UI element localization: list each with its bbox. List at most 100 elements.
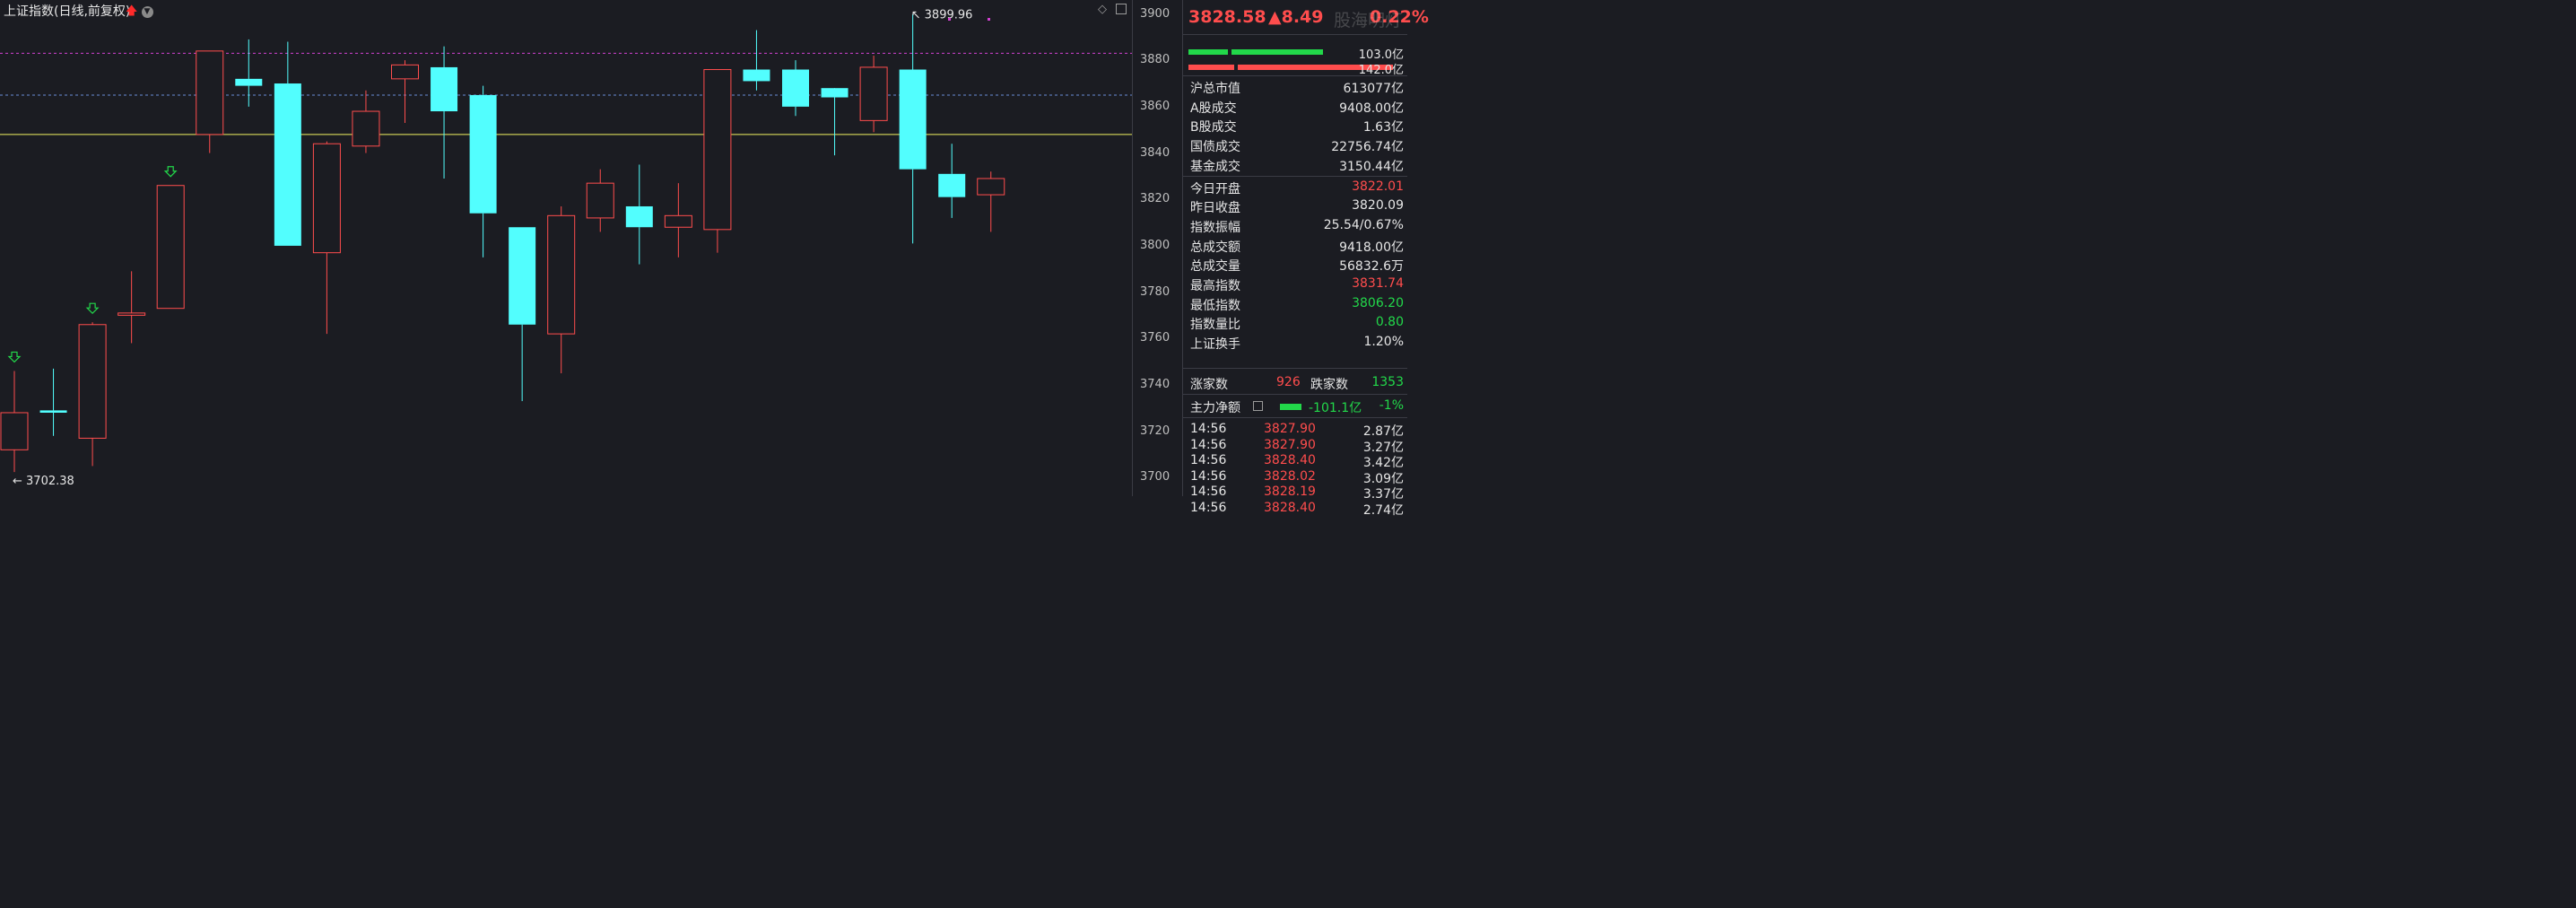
candle-body (391, 64, 419, 80)
net-flow-bar (1280, 404, 1301, 410)
candle-body (39, 410, 67, 413)
stat-value: 1.20% (1363, 335, 1404, 350)
price-tick-label: 3820 (1140, 192, 1171, 206)
quote-panel: 3828.58 ▲8.49 0.22% 股海明灯 103.0亿 142.0亿 沪总… (1182, 0, 1429, 518)
candle-body (664, 214, 692, 228)
tick-price: 3827.90 (1264, 437, 1316, 452)
candle-body (938, 173, 966, 197)
up-count-label: 涨家数 (1190, 378, 1228, 392)
up-count-value: 926 (1276, 375, 1301, 389)
tick-price: 3828.02 (1264, 468, 1316, 484)
stat-row: 沪总市值 613077亿 (1183, 79, 1404, 98)
candle-body (977, 178, 1005, 196)
down-count-value: 1353 (1371, 375, 1404, 389)
stat-label: 上证换手 (1190, 337, 1240, 353)
candle-body (431, 66, 458, 112)
tick-time: 14:56 (1190, 500, 1227, 515)
high-annotation: ↖ 3899.96 (911, 9, 973, 22)
candle-body (274, 83, 301, 246)
price-change: ▲8.49 (1268, 7, 1324, 27)
separator (1183, 75, 1407, 76)
candle-body (117, 312, 146, 316)
separator (1183, 34, 1407, 35)
candle-body (78, 324, 107, 439)
stat-label: 昨日收盘 (1190, 201, 1240, 216)
stat-value: 1.63亿 (1362, 120, 1404, 135)
separator (1183, 175, 1407, 177)
price-tick-label: 3740 (1140, 377, 1171, 391)
price-tick-label: 3760 (1140, 331, 1171, 345)
stat-value: 0.80 (1375, 315, 1404, 330)
candle-body (352, 110, 380, 147)
stat-label: 国债成交 (1190, 140, 1240, 155)
tick-time: 14:56 (1190, 453, 1227, 467)
title-icons: 🡅 ▼ (126, 3, 153, 22)
stat-label: A股成交 (1190, 100, 1237, 116)
separator (1183, 368, 1407, 369)
candle-body (312, 143, 341, 254)
signal-arrow-icon (7, 351, 22, 363)
low-annotation: ← 3702.38 (13, 475, 74, 488)
stat-value: 3150.44亿 (1339, 159, 1404, 174)
candlestick-plot[interactable]: ↖ 3899.96 ← 3702.38 (0, 0, 1132, 496)
candle-body (196, 50, 224, 135)
candle-body (469, 94, 497, 214)
tick-price: 3827.90 (1264, 422, 1316, 436)
watermark: 股海明灯 (1334, 11, 1403, 31)
candle-body (235, 78, 263, 86)
price-axis: 3700 3720 3740 3760 3780 3800 3820 3840 3860 3880… (1132, 0, 1183, 496)
chevron-down-icon[interactable]: ▼ (141, 6, 153, 18)
menu-icon[interactable] (1116, 4, 1127, 14)
stat-value: 56832.6万 (1339, 259, 1404, 275)
volume-bar-row: 103.0亿 (1183, 47, 1407, 62)
tick-time: 14:56 (1190, 422, 1227, 436)
stat-row: 总成交额 9418.00亿 (1183, 238, 1404, 257)
stat-value: 25.54/0.67% (1323, 217, 1404, 232)
stat-label: 指数振幅 (1190, 220, 1240, 235)
stat-row: 基金成交 3150.44亿 (1183, 157, 1404, 176)
tick-volume: 2.74亿 (1362, 502, 1404, 518)
marker-dot (988, 18, 990, 21)
stat-label: 今日开盘 (1190, 181, 1240, 196)
candle-body (703, 69, 732, 231)
price-tick-label: 3900 (1140, 6, 1171, 21)
stat-label: 总成交额 (1190, 240, 1240, 255)
tick-row: 14:56 3828.40 2.74亿 (1183, 501, 1404, 519)
up-arrow-icon[interactable]: 🡅 (126, 4, 137, 18)
tick-time: 14:56 (1190, 485, 1227, 499)
stat-label: 最低指数 (1190, 298, 1240, 313)
kline-chart[interactable]: ↖ 3899.96 ← 3702.38 上证指数(日线,前复权) 🡅 ▼ ◇ (0, 0, 1132, 496)
stat-value: 3820.09 (1352, 198, 1404, 214)
stat-row: 指数量比 0.80 (1183, 315, 1404, 334)
candle-body (547, 214, 576, 335)
list-icon[interactable] (1253, 401, 1263, 411)
tick-time: 14:56 (1190, 468, 1227, 484)
candle-body (625, 205, 653, 228)
stat-row: 最低指数 3806.20 (1183, 296, 1404, 315)
stat-row: A股成交 9408.00亿 (1183, 99, 1404, 118)
candle-body (821, 88, 849, 98)
candle-body (899, 69, 927, 170)
candle-body (782, 69, 809, 107)
candle-body (156, 185, 185, 310)
stat-row: 最高指数 3831.74 (1183, 276, 1404, 295)
stat-value: 3831.74 (1352, 276, 1404, 291)
stat-value: 3806.20 (1352, 295, 1404, 310)
volume-bar-segment (1188, 49, 1228, 55)
tick-price: 3828.40 (1264, 453, 1316, 467)
stat-label: 沪总市值 (1190, 82, 1240, 96)
price-tick-label: 3840 (1140, 145, 1171, 160)
stat-label: 指数量比 (1190, 318, 1240, 333)
diamond-icon[interactable]: ◇ (1098, 3, 1107, 16)
candle-body (859, 66, 888, 121)
stat-value: 9418.00亿 (1339, 240, 1404, 255)
net-flow-pct: -1% (1379, 398, 1404, 413)
volume-bar-row: 142.0亿 (1183, 62, 1407, 77)
price-tick-label: 3800 (1140, 238, 1171, 252)
volume-bar-segment (1231, 49, 1323, 55)
net-flow-value: -101.1亿 (1309, 401, 1362, 415)
stat-label: 基金成交 (1190, 159, 1240, 174)
last-price: 3828.58 (1188, 7, 1266, 27)
stat-value: 613077亿 (1343, 82, 1404, 96)
price-tick-label: 3700 (1140, 470, 1171, 485)
